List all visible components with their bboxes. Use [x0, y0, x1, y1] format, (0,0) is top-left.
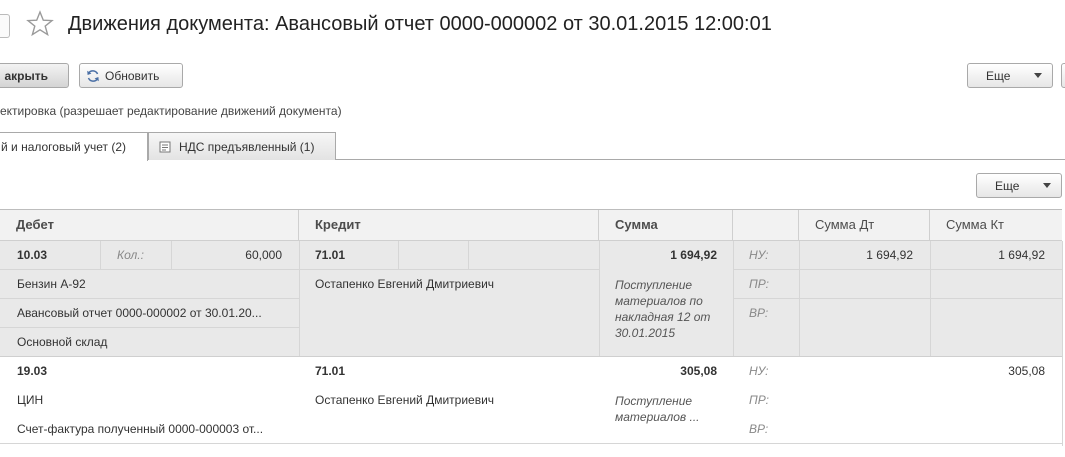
debit-subconto-2: Авансовый отчет 0000-000002 от 30.01.20.…	[17, 306, 262, 320]
credit-account: 71.01	[315, 248, 346, 262]
debit-subconto-1: Бензин А-92	[17, 277, 86, 291]
header-sum-dt[interactable]: Сумма Дт	[799, 210, 930, 240]
refresh-button[interactable]: Обновить	[79, 63, 183, 88]
debit-subconto-2: Счет-фактура полученный 0000-000003 от..…	[17, 422, 264, 436]
debit-subconto-3: Основной склад	[17, 335, 108, 349]
header-blank[interactable]	[733, 210, 799, 240]
dropdown-arrow-icon	[1034, 73, 1042, 78]
sum-dt-value: 1 694,92	[866, 248, 913, 262]
credit-subconto-1: Остапенко Евгений Дмитриевич	[315, 393, 495, 407]
pr-label: ПР:	[749, 393, 769, 407]
table-more-button-label: Еще	[995, 178, 1020, 193]
more-button-label: Еще	[986, 68, 1011, 83]
entry-content: Поступление материалов ...	[615, 394, 700, 424]
entry-content: Поступление материалов по накладная 12 о…	[615, 278, 711, 340]
refresh-icon	[87, 69, 99, 82]
tab-accounting-tax[interactable]: й и налоговый учет (2)	[0, 132, 148, 161]
header-debit[interactable]: Дебет	[0, 210, 299, 240]
close-button[interactable]: акрыть	[0, 63, 69, 88]
tab-label: НДС предъявленный (1)	[179, 139, 315, 154]
nu-label: НУ:	[749, 364, 769, 378]
qty-label: Кол.:	[117, 248, 144, 262]
sum-value: 305,08	[680, 364, 717, 378]
more-button[interactable]: Еще	[967, 63, 1053, 88]
sum-kt-value: 1 694,92	[998, 248, 1045, 262]
nu-label: НУ:	[749, 248, 769, 262]
header-sum-kt[interactable]: Сумма Кт	[930, 210, 1062, 240]
qty-value: 60,000	[245, 248, 282, 262]
dropdown-arrow-icon	[1043, 183, 1051, 188]
debit-subconto-1: ЦИН	[17, 393, 44, 407]
vr-label: ВР:	[749, 422, 769, 436]
sum-value: 1 694,92	[670, 248, 717, 262]
header-sum[interactable]: Сумма	[599, 210, 733, 240]
vr-label: ВР:	[749, 306, 769, 320]
close-button-label: акрыть	[4, 68, 48, 83]
debit-account: 10.03	[17, 248, 48, 262]
credit-account: 71.01	[315, 364, 346, 378]
window-edge-button[interactable]	[0, 14, 10, 38]
tab-label: й и налоговый учет (2)	[1, 140, 127, 154]
page-title: Движения документа: Авансовый отчет 0000…	[68, 13, 772, 35]
sum-kt-value: 305,08	[1008, 364, 1045, 378]
tab-vat-presented[interactable]: НДС предъявленный (1)	[148, 132, 336, 160]
debit-account: 19.03	[17, 364, 48, 378]
table-header: Дебет Кредит Сумма Сумма Дт Сумма Кт	[0, 210, 1062, 241]
register-icon	[159, 141, 171, 152]
pr-label: ПР:	[749, 277, 769, 291]
refresh-button-label: Обновить	[105, 68, 160, 83]
edit-mode-checkbox-label[interactable]: ектировка (разрешает редактирование движ…	[0, 104, 342, 118]
window-edge-right-button[interactable]	[1061, 63, 1065, 88]
credit-subconto-1: Остапенко Евгений Дмитриевич	[315, 277, 495, 291]
favorite-star-icon[interactable]	[26, 10, 54, 38]
header-credit[interactable]: Кредит	[299, 210, 599, 240]
table-more-button[interactable]: Еще	[976, 173, 1062, 198]
